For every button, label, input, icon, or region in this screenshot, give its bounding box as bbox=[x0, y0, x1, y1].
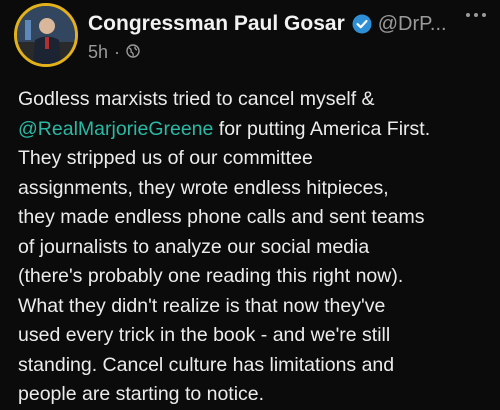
tweet-line: (there's probably one reading this right… bbox=[18, 265, 404, 287]
tweet-line: used every trick in the book - and we're… bbox=[18, 324, 391, 346]
avatar[interactable] bbox=[14, 3, 78, 67]
tweet-header: Congressman Paul Gosar @DrP... 5h · bbox=[88, 11, 488, 63]
tweet-meta: 5h · bbox=[88, 41, 488, 63]
mention-link[interactable]: @RealMarjorieGreene bbox=[18, 118, 213, 140]
tweet-line: they made endless phone calls and sent t… bbox=[18, 206, 425, 228]
tweet-line: What they didn't realize is that now the… bbox=[18, 294, 386, 317]
more-options-icon[interactable] bbox=[466, 13, 486, 17]
tweet-line-text: for putting America First. bbox=[213, 117, 431, 140]
author-display-name[interactable]: Congressman Paul Gosar bbox=[88, 12, 345, 36]
author-row: Congressman Paul Gosar @DrP... bbox=[88, 11, 488, 37]
timestamp[interactable]: 5h bbox=[88, 42, 108, 63]
public-globe-icon bbox=[126, 42, 140, 63]
tweet-line: Godless marxists tried to cancel myself … bbox=[18, 88, 375, 110]
tweet-text: Godless marxists tried to cancel myself … bbox=[18, 85, 492, 410]
tweet-line: @RealMarjorieGreene for putting America … bbox=[18, 115, 492, 145]
tweet-line: They stripped us of our committee bbox=[18, 147, 313, 169]
avatar-photo bbox=[17, 6, 75, 64]
tweet-line: standing. Cancel culture has limitations… bbox=[18, 353, 395, 376]
tweet-line: assignments, they wrote endless hitpiece… bbox=[18, 176, 389, 199]
verified-badge-icon bbox=[352, 14, 372, 34]
author-handle[interactable]: @DrP... bbox=[378, 13, 447, 36]
tweet-line: people are starting to notice. bbox=[18, 383, 265, 405]
tweet-line: of journalists to analyze our social med… bbox=[18, 235, 370, 258]
meta-separator: · bbox=[114, 41, 121, 62]
